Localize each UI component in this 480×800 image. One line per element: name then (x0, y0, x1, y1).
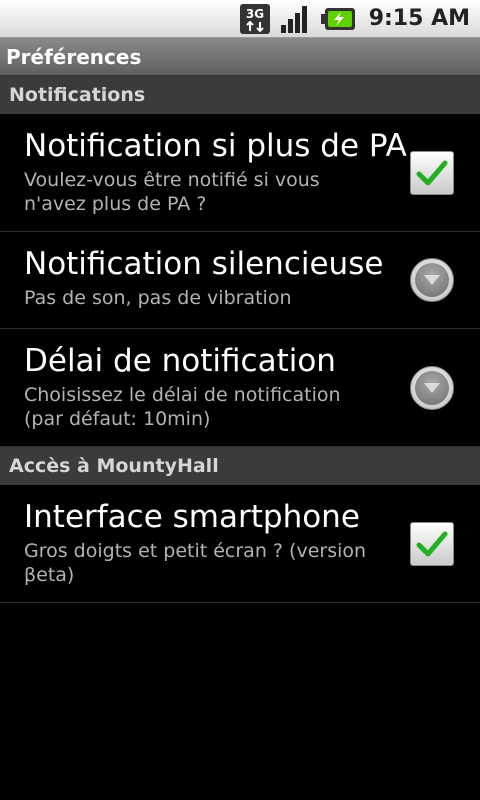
pref-title: Délai de notification (24, 343, 336, 379)
checkmark-icon (416, 531, 448, 556)
pref-title: Notification silencieuse (24, 246, 384, 282)
notification-pa-checkbox[interactable] (410, 150, 454, 195)
checkmark-icon (416, 160, 448, 185)
pref-smartphone-interface[interactable]: Interface smartphone Gros doigts et peti… (0, 485, 480, 603)
status-bar: 3G 9:15 AM (0, 0, 480, 38)
pref-title: Interface smartphone (24, 499, 360, 535)
notification-delay-dropdown[interactable] (410, 365, 454, 410)
page-title: Préférences (0, 38, 480, 76)
pref-summary: Pas de son, pas de vibration (24, 287, 292, 309)
status-time: 9:15 AM (368, 6, 470, 31)
category-header-notifications: Notifications (0, 76, 480, 114)
pref-title: Notification si plus de PA (24, 128, 407, 164)
chevron-down-icon (424, 382, 440, 393)
3g-data-icon: 3G (239, 3, 271, 35)
svg-text:3G: 3G (246, 7, 264, 21)
pref-summary: Choisissez le délai de notification (par… (24, 384, 341, 430)
notification-silent-dropdown[interactable] (410, 258, 454, 302)
pref-summary: Voulez-vous être notifié si vous n'avez … (24, 169, 320, 215)
pref-summary: Gros doigts et petit écran ? (version βe… (24, 540, 367, 586)
battery-charging-icon (320, 5, 357, 33)
pref-notification-silent[interactable]: Notification silencieuse Pas de son, pas… (0, 232, 480, 329)
pref-notification-pa[interactable]: Notification si plus de PA Voulez-vous ê… (0, 114, 480, 232)
category-header-mountyhall: Accès à MountyHall (0, 447, 480, 485)
signal-strength-icon (279, 3, 313, 35)
chevron-down-icon (424, 275, 440, 285)
pref-notification-delay[interactable]: Délai de notification Choisissez le déla… (0, 329, 480, 447)
smartphone-interface-checkbox[interactable] (410, 521, 454, 566)
